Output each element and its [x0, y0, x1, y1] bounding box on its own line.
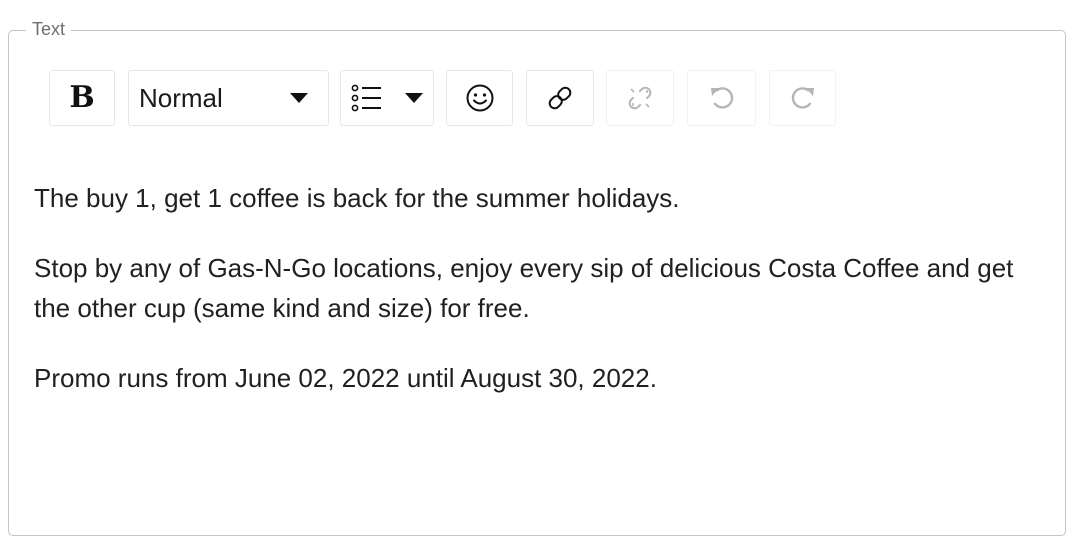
emoji-button[interactable] [446, 70, 513, 126]
editor-content[interactable]: The buy 1, get 1 coffee is back for the … [34, 178, 1034, 428]
chevron-down-icon [290, 93, 308, 103]
undo-button[interactable] [687, 70, 756, 126]
bold-button[interactable]: B [49, 70, 115, 126]
link-icon [548, 86, 572, 110]
chevron-down-icon [405, 93, 423, 103]
bold-icon: B [69, 80, 95, 115]
paragraph: Stop by any of Gas-N-Go locations, enjoy… [34, 253, 1014, 323]
paragraph: Promo runs from June 02, 2022 until Augu… [34, 363, 657, 393]
list-dropdown[interactable] [340, 70, 434, 126]
link-button[interactable] [526, 70, 594, 126]
paragraph: The buy 1, get 1 coffee is back for the … [34, 183, 680, 213]
redo-icon [791, 87, 814, 109]
unlink-icon [628, 86, 652, 110]
block-type-label: Normal [139, 82, 223, 113]
redo-button[interactable] [769, 70, 836, 126]
unordered-list-icon [351, 84, 381, 112]
smiley-icon [466, 84, 493, 112]
block-type-dropdown[interactable]: Normal [128, 70, 329, 126]
undo-icon [710, 87, 733, 109]
field-legend: Text [26, 18, 72, 40]
unlink-button[interactable] [606, 70, 674, 126]
